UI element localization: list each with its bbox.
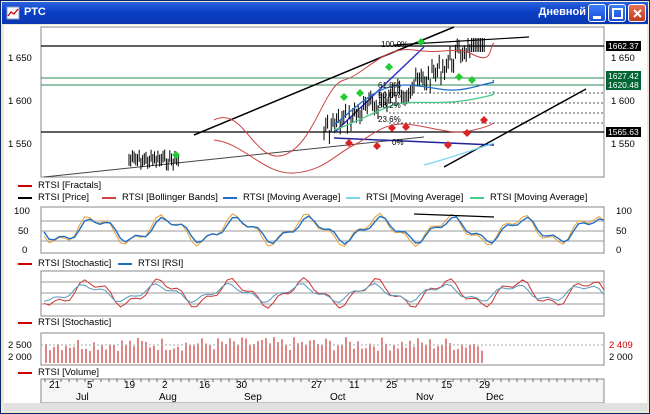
price-rtick-1650: 1 650 xyxy=(611,53,635,64)
date-day-27: 27 xyxy=(311,380,323,391)
price-ytick-1550: 1 550 xyxy=(8,139,32,150)
month-dec: Dec xyxy=(486,392,504,403)
stoch-ltick-50: 50 xyxy=(18,226,29,237)
month-aug: Aug xyxy=(159,392,177,403)
maximize-button[interactable] xyxy=(608,4,626,22)
timeframe-label: Дневной xyxy=(538,6,587,18)
stoch2-legend: RTSI [Stochastic] xyxy=(10,317,210,329)
price-rtick-1600: 1 600 xyxy=(611,96,635,107)
fib-label-236: 23.6% xyxy=(378,115,401,124)
volume-legend: RTSI [Volume] xyxy=(10,367,210,379)
month-sep: Sep xyxy=(244,392,262,403)
stoch-panel-frame xyxy=(40,206,605,254)
date-day-5: 5 xyxy=(87,380,93,391)
date-day-15: 15 xyxy=(441,380,453,391)
price-flag-ma2: 1620.48 xyxy=(606,80,641,90)
fib-label-100: 100.0% xyxy=(381,40,409,49)
date-day-25: 25 xyxy=(386,380,398,391)
app-icon xyxy=(6,6,20,20)
close-button[interactable] xyxy=(628,4,646,22)
stoch-rtick-100: 100 xyxy=(616,206,632,217)
fib-label-618: 61.8% xyxy=(378,81,401,90)
stoch-rtick-50: 50 xyxy=(616,226,627,237)
chart-canvas[interactable]: 1 650 1 600 1 550 1 650 1 600 1 550 1662… xyxy=(4,25,647,409)
price-flag-low: 1565.63 xyxy=(606,127,641,137)
fib-label-0: 0% xyxy=(392,138,404,147)
title-bar[interactable]: РТС Дневной xyxy=(2,2,648,24)
price-panel-frame xyxy=(40,26,605,178)
volume-ytick-2000: 2 000 xyxy=(8,352,32,363)
stoch-legend: RTSI [Stochastic] RTSI [RSI] xyxy=(10,258,310,270)
date-day-30: 30 xyxy=(236,380,248,391)
price-ytick-1650: 1 650 xyxy=(8,53,32,64)
month-jul: Jul xyxy=(76,392,89,403)
horizontal-scrollbar[interactable] xyxy=(4,403,647,411)
date-day-19: 19 xyxy=(124,380,136,391)
price-ytick-1600: 1 600 xyxy=(8,96,32,107)
date-day-29: 29 xyxy=(479,380,491,391)
chart-window: РТС Дневной 1 650 1 600 1 550 1 650 1 60… xyxy=(0,0,650,414)
price-legend-row1: RTSI [Fractals] xyxy=(10,180,210,192)
date-day-2: 2 xyxy=(162,380,168,391)
stoch-ltick-100: 100 xyxy=(14,206,30,217)
month-nov: Nov xyxy=(416,392,434,403)
stoch-ltick-0: 0 xyxy=(22,245,28,256)
stoch-rtick-0: 0 xyxy=(616,245,622,256)
price-legend-row2: RTSI [Price] RTSI [Bollinger Bands] RTSI… xyxy=(10,192,640,204)
month-oct: Oct xyxy=(330,392,346,403)
date-day-11: 11 xyxy=(349,380,360,391)
chart-svg[interactable] xyxy=(4,25,647,409)
price-rtick-1550: 1 550 xyxy=(611,139,635,150)
date-day-21: 21 xyxy=(49,380,61,391)
volume-ytick-2500: 2 500 xyxy=(8,340,32,351)
window-title: РТС xyxy=(24,6,46,18)
volume-rtick-last: 2 409 xyxy=(609,340,633,351)
fib-label-50: 50.0% xyxy=(378,91,401,100)
date-day-16: 16 xyxy=(199,380,211,391)
fib-label-382: 38.2% xyxy=(378,101,401,110)
volume-rtick-2000: 2 000 xyxy=(609,352,633,363)
price-flag-high: 1662.37 xyxy=(606,41,641,51)
minimize-button[interactable] xyxy=(588,4,606,22)
